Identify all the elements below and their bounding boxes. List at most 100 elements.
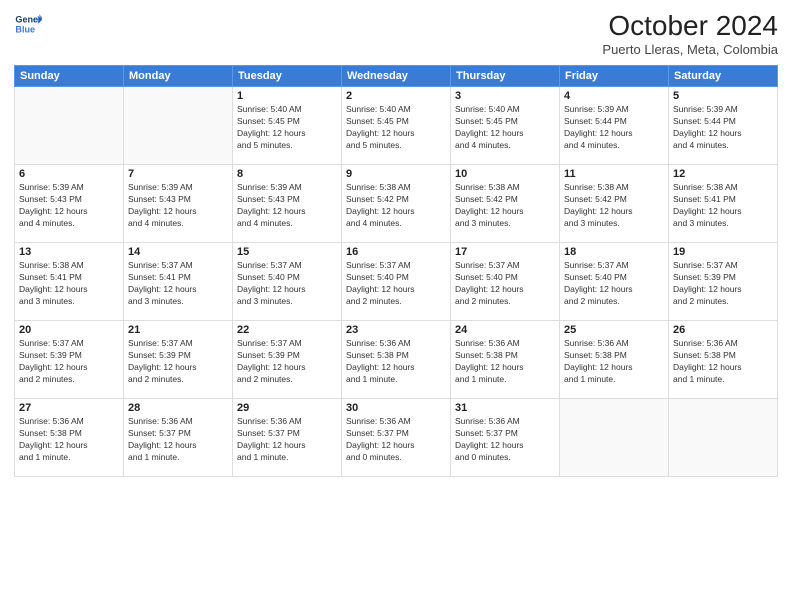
day-number: 20 bbox=[19, 324, 119, 336]
day-info: Sunrise: 5:38 AM Sunset: 5:41 PM Dayligh… bbox=[19, 260, 119, 308]
day-info: Sunrise: 5:36 AM Sunset: 5:37 PM Dayligh… bbox=[346, 416, 446, 464]
day-cell: 26Sunrise: 5:36 AM Sunset: 5:38 PM Dayli… bbox=[669, 321, 778, 399]
day-cell bbox=[15, 87, 124, 165]
weekday-saturday: Saturday bbox=[669, 66, 778, 87]
day-cell bbox=[669, 399, 778, 477]
day-cell: 24 Sunrise: 5:36 AM Sunset: 5:38 PM Dayli… bbox=[451, 321, 560, 399]
day-info: Sunrise: 5:38 AM Sunset: 5:42 PM Dayligh… bbox=[455, 182, 555, 230]
week-row-3: 13 Sunrise: 5:38 AM Sunset: 5:41 PM Dayli… bbox=[15, 243, 778, 321]
day-cell: 10 Sunrise: 5:38 AM Sunset: 5:42 PM Dayli… bbox=[451, 165, 560, 243]
day-info: Sunrise: 5:38 AM Sunset: 5:42 PM Dayligh… bbox=[564, 182, 664, 230]
day-cell: 22Sunrise: 5:37 AM Sunset: 5:39 PM Dayli… bbox=[233, 321, 342, 399]
day-number: 15 bbox=[237, 246, 337, 258]
day-number: 24 bbox=[455, 324, 555, 336]
location: Puerto Lleras, Meta, Colombia bbox=[602, 42, 778, 57]
week-row-1: 1Sunrise: 5:40 AM Sunset: 5:45 PM Daylig… bbox=[15, 87, 778, 165]
day-number: 28 bbox=[128, 402, 228, 414]
day-number: 3 bbox=[455, 90, 555, 102]
day-cell: 3 Sunrise: 5:40 AM Sunset: 5:45 PM Daylig… bbox=[451, 87, 560, 165]
day-number: 9 bbox=[346, 168, 446, 180]
day-info: Sunrise: 5:37 AM Sunset: 5:41 PM Dayligh… bbox=[128, 260, 228, 308]
weekday-header-row: SundayMondayTuesdayWednesdayThursdayFrid… bbox=[15, 66, 778, 87]
day-number: 8 bbox=[237, 168, 337, 180]
day-info: Sunrise: 5:37 AM Sunset: 5:39 PM Dayligh… bbox=[128, 338, 228, 386]
logo: General Blue bbox=[14, 10, 42, 38]
day-cell: 9 Sunrise: 5:38 AM Sunset: 5:42 PM Daylig… bbox=[342, 165, 451, 243]
day-cell: 8 Sunrise: 5:39 AM Sunset: 5:43 PM Daylig… bbox=[233, 165, 342, 243]
page: General Blue October 2024 Puerto Lleras,… bbox=[0, 0, 792, 612]
title-block: October 2024 Puerto Lleras, Meta, Colomb… bbox=[602, 10, 778, 57]
weekday-friday: Friday bbox=[560, 66, 669, 87]
weekday-wednesday: Wednesday bbox=[342, 66, 451, 87]
day-info: Sunrise: 5:36 AM Sunset: 5:38 PM Dayligh… bbox=[346, 338, 446, 386]
day-cell: 15 Sunrise: 5:37 AM Sunset: 5:40 PM Dayli… bbox=[233, 243, 342, 321]
day-info: Sunrise: 5:40 AM Sunset: 5:45 PM Dayligh… bbox=[346, 104, 446, 152]
day-cell bbox=[560, 399, 669, 477]
day-cell: 23Sunrise: 5:36 AM Sunset: 5:38 PM Dayli… bbox=[342, 321, 451, 399]
day-number: 17 bbox=[455, 246, 555, 258]
weekday-monday: Monday bbox=[124, 66, 233, 87]
day-number: 18 bbox=[564, 246, 664, 258]
day-info: Sunrise: 5:40 AM Sunset: 5:45 PM Dayligh… bbox=[455, 104, 555, 152]
day-info: Sunrise: 5:37 AM Sunset: 5:40 PM Dayligh… bbox=[564, 260, 664, 308]
day-number: 31 bbox=[455, 402, 555, 414]
day-number: 7 bbox=[128, 168, 228, 180]
day-number: 21 bbox=[128, 324, 228, 336]
day-number: 5 bbox=[673, 90, 773, 102]
day-cell: 13 Sunrise: 5:38 AM Sunset: 5:41 PM Dayli… bbox=[15, 243, 124, 321]
day-info: Sunrise: 5:36 AM Sunset: 5:38 PM Dayligh… bbox=[19, 416, 119, 464]
day-info: Sunrise: 5:37 AM Sunset: 5:40 PM Dayligh… bbox=[455, 260, 555, 308]
day-info: Sunrise: 5:36 AM Sunset: 5:37 PM Dayligh… bbox=[237, 416, 337, 464]
day-cell: 11 Sunrise: 5:38 AM Sunset: 5:42 PM Dayli… bbox=[560, 165, 669, 243]
week-row-2: 6 Sunrise: 5:39 AM Sunset: 5:43 PM Daylig… bbox=[15, 165, 778, 243]
svg-text:Blue: Blue bbox=[15, 24, 35, 34]
logo-icon: General Blue bbox=[14, 10, 42, 38]
day-info: Sunrise: 5:37 AM Sunset: 5:40 PM Dayligh… bbox=[346, 260, 446, 308]
day-cell: 5 Sunrise: 5:39 AM Sunset: 5:44 PM Daylig… bbox=[669, 87, 778, 165]
day-cell: 31Sunrise: 5:36 AM Sunset: 5:37 PM Dayli… bbox=[451, 399, 560, 477]
day-info: Sunrise: 5:36 AM Sunset: 5:38 PM Dayligh… bbox=[673, 338, 773, 386]
weekday-sunday: Sunday bbox=[15, 66, 124, 87]
day-cell: 4Sunrise: 5:39 AM Sunset: 5:44 PM Daylig… bbox=[560, 87, 669, 165]
day-cell: 29 Sunrise: 5:36 AM Sunset: 5:37 PM Dayli… bbox=[233, 399, 342, 477]
day-info: Sunrise: 5:38 AM Sunset: 5:42 PM Dayligh… bbox=[346, 182, 446, 230]
day-cell bbox=[124, 87, 233, 165]
day-info: Sunrise: 5:37 AM Sunset: 5:40 PM Dayligh… bbox=[237, 260, 337, 308]
week-row-5: 27 Sunrise: 5:36 AM Sunset: 5:38 PM Dayli… bbox=[15, 399, 778, 477]
day-info: Sunrise: 5:39 AM Sunset: 5:43 PM Dayligh… bbox=[19, 182, 119, 230]
day-number: 19 bbox=[673, 246, 773, 258]
day-number: 30 bbox=[346, 402, 446, 414]
day-cell: 28 Sunrise: 5:36 AM Sunset: 5:37 PM Dayli… bbox=[124, 399, 233, 477]
day-info: Sunrise: 5:37 AM Sunset: 5:39 PM Dayligh… bbox=[673, 260, 773, 308]
weekday-thursday: Thursday bbox=[451, 66, 560, 87]
weekday-tuesday: Tuesday bbox=[233, 66, 342, 87]
day-cell: 21 Sunrise: 5:37 AM Sunset: 5:39 PM Dayli… bbox=[124, 321, 233, 399]
day-info: Sunrise: 5:37 AM Sunset: 5:39 PM Dayligh… bbox=[19, 338, 119, 386]
day-number: 2 bbox=[346, 90, 446, 102]
day-info: Sunrise: 5:36 AM Sunset: 5:38 PM Dayligh… bbox=[564, 338, 664, 386]
day-info: Sunrise: 5:40 AM Sunset: 5:45 PM Dayligh… bbox=[237, 104, 337, 152]
day-cell: 19 Sunrise: 5:37 AM Sunset: 5:39 PM Dayli… bbox=[669, 243, 778, 321]
day-info: Sunrise: 5:36 AM Sunset: 5:38 PM Dayligh… bbox=[455, 338, 555, 386]
day-number: 25 bbox=[564, 324, 664, 336]
day-info: Sunrise: 5:39 AM Sunset: 5:44 PM Dayligh… bbox=[673, 104, 773, 152]
day-number: 11 bbox=[564, 168, 664, 180]
day-info: Sunrise: 5:39 AM Sunset: 5:43 PM Dayligh… bbox=[128, 182, 228, 230]
day-cell: 12Sunrise: 5:38 AM Sunset: 5:41 PM Dayli… bbox=[669, 165, 778, 243]
day-info: Sunrise: 5:36 AM Sunset: 5:37 PM Dayligh… bbox=[128, 416, 228, 464]
day-number: 27 bbox=[19, 402, 119, 414]
day-cell: 6 Sunrise: 5:39 AM Sunset: 5:43 PM Daylig… bbox=[15, 165, 124, 243]
day-cell: 7 Sunrise: 5:39 AM Sunset: 5:43 PM Daylig… bbox=[124, 165, 233, 243]
day-number: 16 bbox=[346, 246, 446, 258]
day-cell: 1Sunrise: 5:40 AM Sunset: 5:45 PM Daylig… bbox=[233, 87, 342, 165]
day-number: 10 bbox=[455, 168, 555, 180]
header: General Blue October 2024 Puerto Lleras,… bbox=[14, 10, 778, 57]
day-cell: 27 Sunrise: 5:36 AM Sunset: 5:38 PM Dayli… bbox=[15, 399, 124, 477]
week-row-4: 20 Sunrise: 5:37 AM Sunset: 5:39 PM Dayli… bbox=[15, 321, 778, 399]
day-number: 13 bbox=[19, 246, 119, 258]
day-cell: 30 Sunrise: 5:36 AM Sunset: 5:37 PM Dayli… bbox=[342, 399, 451, 477]
day-info: Sunrise: 5:39 AM Sunset: 5:43 PM Dayligh… bbox=[237, 182, 337, 230]
day-number: 29 bbox=[237, 402, 337, 414]
day-number: 6 bbox=[19, 168, 119, 180]
day-info: Sunrise: 5:39 AM Sunset: 5:44 PM Dayligh… bbox=[564, 104, 664, 152]
